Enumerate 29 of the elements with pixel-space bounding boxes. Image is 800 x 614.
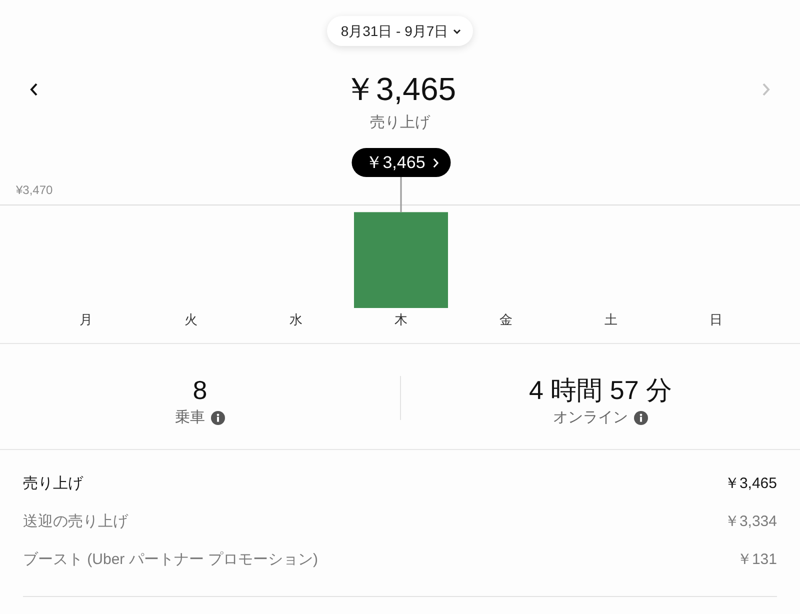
stat-value: 8 [192,374,208,406]
chevron-right-icon [432,158,438,168]
chevron-right-icon [762,82,770,96]
earnings-label: 送迎の売り上げ [23,512,128,532]
earnings-amount: ￥131 [736,550,777,570]
total-amount: ￥3,465 [344,70,456,109]
chevron-down-icon [453,28,462,34]
info-icon[interactable] [211,411,225,425]
earnings-amount: ￥3,465 [724,474,777,494]
y-axis-label: ¥3,470 [16,183,53,197]
day-label: 金 [500,311,512,329]
earnings-label: 売り上げ [23,474,83,494]
tooltip-leader-line [400,177,402,212]
day-label: 水 [290,311,302,329]
stat-value: 4 時間 57 分 [528,374,672,406]
earnings-label: ブースト (Uber パートナー プロモーション) [23,550,318,570]
stat-label: 乗車 [175,408,205,428]
amount-label: 売り上げ [370,113,430,133]
earnings-amount: ￥3,334 [724,512,777,532]
day-label: 木 [394,311,408,329]
chevron-left-icon [30,82,38,96]
day-label: 火 [184,311,198,329]
date-range-button[interactable]: 8月31日 - 9月7日 [326,16,474,46]
day-label: 月 [80,311,92,329]
bar-tooltip[interactable]: ￥3,465 [352,148,450,177]
day-label: 土 [604,311,618,329]
info-icon[interactable] [634,411,648,425]
stat-label: オンライン [553,408,628,428]
day-label: 日 [710,311,722,329]
